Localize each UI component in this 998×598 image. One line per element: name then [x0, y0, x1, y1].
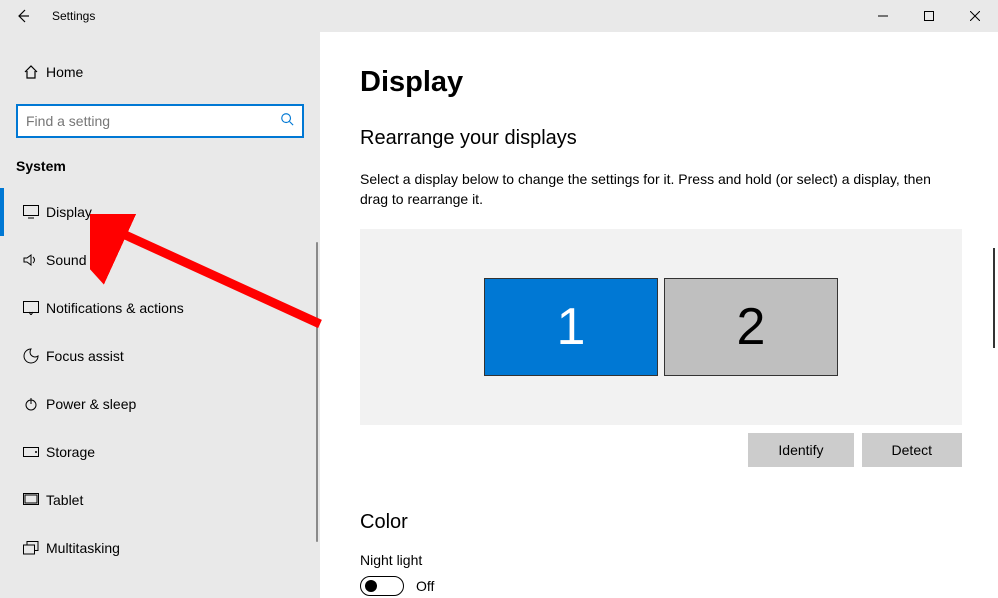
nav-label: Display	[46, 204, 92, 220]
toggle-knob	[365, 580, 377, 592]
home-icon	[16, 64, 46, 80]
identify-button[interactable]: Identify	[748, 433, 853, 467]
rearrange-title: Rearrange your displays	[360, 127, 958, 150]
multitasking-icon	[16, 541, 46, 555]
rearrange-description: Select a display below to change the set…	[360, 170, 958, 209]
display-arrangement-area[interactable]: 1 2	[360, 229, 962, 425]
page-title: Display	[360, 66, 958, 99]
close-button[interactable]	[952, 0, 998, 32]
arrow-left-icon	[15, 8, 31, 24]
home-link[interactable]: Home	[16, 52, 320, 92]
home-label: Home	[46, 64, 83, 80]
nav-item-notifications[interactable]: Notifications & actions	[0, 284, 320, 332]
night-light-toggle[interactable]	[360, 576, 404, 596]
sidebar-scrollbar[interactable]	[316, 242, 318, 542]
nav-label: Multitasking	[46, 540, 120, 556]
nav-item-sound[interactable]: Sound	[0, 236, 320, 284]
nav-item-display[interactable]: Display	[0, 188, 320, 236]
search-input[interactable]	[26, 113, 280, 129]
notifications-icon	[16, 301, 46, 315]
display-icon	[16, 205, 46, 219]
minimize-icon	[878, 11, 888, 21]
focus-assist-icon	[16, 348, 46, 364]
content-pane: Display Rearrange your displays Select a…	[320, 32, 998, 598]
back-button[interactable]	[0, 0, 46, 32]
nav-item-tablet[interactable]: Tablet	[0, 476, 320, 524]
storage-icon	[16, 447, 46, 457]
power-icon	[16, 396, 46, 412]
monitor-2[interactable]: 2	[664, 278, 838, 376]
section-header-system: System	[16, 158, 320, 174]
maximize-button[interactable]	[906, 0, 952, 32]
sidebar: Home System Display Sound	[0, 32, 320, 598]
window-title: Settings	[52, 9, 95, 23]
nav-label: Focus assist	[46, 348, 124, 364]
nav-label: Tablet	[46, 492, 83, 508]
nav-label: Storage	[46, 444, 95, 460]
night-light-label: Night light	[360, 552, 958, 568]
nav-label: Notifications & actions	[46, 300, 184, 316]
nav-label: Power & sleep	[46, 396, 136, 412]
titlebar: Settings	[0, 0, 998, 32]
sound-icon	[16, 253, 46, 267]
monitor-id: 2	[737, 297, 766, 357]
maximize-icon	[924, 11, 934, 21]
detect-button[interactable]: Detect	[862, 433, 962, 467]
monitor-id: 1	[557, 297, 586, 357]
content-scrollbar[interactable]	[993, 248, 995, 348]
close-icon	[970, 11, 980, 21]
nav-item-multitasking[interactable]: Multitasking	[0, 524, 320, 572]
color-section-header: Color	[360, 511, 958, 534]
search-box[interactable]	[16, 104, 304, 138]
nav-item-power-sleep[interactable]: Power & sleep	[0, 380, 320, 428]
nav-label: Sound	[46, 252, 86, 268]
tablet-icon	[16, 493, 46, 507]
monitor-1[interactable]: 1	[484, 278, 658, 376]
search-icon	[280, 112, 294, 131]
toggle-state-label: Off	[416, 578, 434, 594]
minimize-button[interactable]	[860, 0, 906, 32]
nav-item-storage[interactable]: Storage	[0, 428, 320, 476]
nav-item-focus-assist[interactable]: Focus assist	[0, 332, 320, 380]
